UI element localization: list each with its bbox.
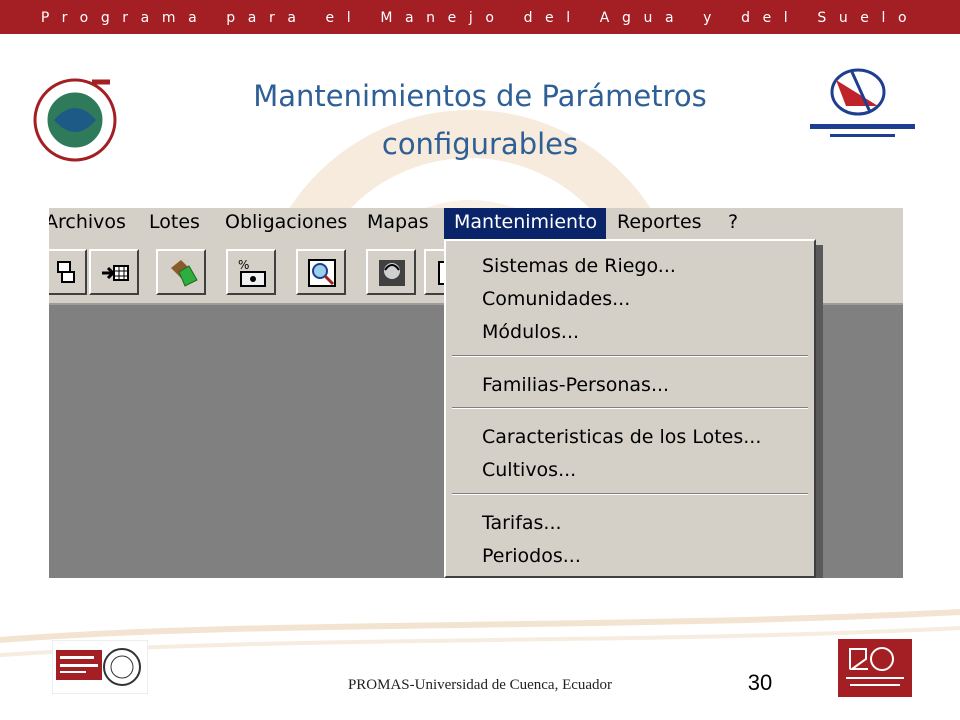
menu-mantenimiento[interactable]: Mantenimiento (444, 208, 606, 239)
money-percent-icon: % (238, 258, 266, 287)
parcel-icon (171, 260, 198, 287)
menu-obligaciones[interactable]: Obligaciones (225, 208, 347, 239)
dropdown-shadow (816, 245, 823, 578)
footer-text: PROMAS-Universidad de Cuenca, Ecuador (347, 677, 613, 693)
person-icon (379, 260, 405, 286)
title-line-2: configurables (381, 127, 579, 161)
menu-separator (452, 407, 808, 409)
mantenimiento-dropdown-menu: Sistemas de Riego... Comunidades... Módu… (444, 239, 816, 578)
toolbar-button-copy[interactable] (49, 249, 87, 295)
copy-icon (57, 261, 75, 283)
menu-item-tarifas[interactable]: Tarifas... (482, 508, 562, 538)
toolbar-button-mapas[interactable] (296, 249, 346, 295)
menu-reportes[interactable]: Reportes (617, 208, 702, 239)
menu-item-cultivos[interactable]: Cultivos... (482, 455, 576, 485)
menu-archivos[interactable]: Archivos (49, 208, 126, 239)
menu-item-comunidades[interactable]: Comunidades... (482, 284, 630, 314)
universidad-de-cuenca-logo (800, 62, 925, 152)
menu-item-modulos[interactable]: Módulos... (482, 317, 579, 347)
application-window: Archivos Lotes Obligaciones Mapas Manten… (49, 208, 903, 578)
menu-separator (452, 355, 808, 357)
arrow-table-icon (102, 265, 129, 281)
menu-mapas[interactable]: Mapas (367, 208, 429, 239)
menu-separator (452, 493, 808, 495)
svg-text:%: % (238, 258, 249, 272)
toolbar-button-lotes[interactable] (156, 249, 206, 295)
title-line-1: Mantenimientos de Parámetros (253, 79, 707, 113)
map-search-icon (308, 259, 336, 287)
menu-item-sistemas-de-riego[interactable]: Sistemas de Riego... (482, 251, 676, 281)
menu-item-familias-personas[interactable]: Familias-Personas... (482, 370, 669, 400)
toolbar-button-import[interactable] (89, 249, 139, 295)
toolbar-button-obligaciones[interactable]: % (226, 249, 276, 295)
menu-item-periodos[interactable]: Periodos... (482, 541, 581, 571)
menu-lotes[interactable]: Lotes (149, 208, 200, 239)
page-title: Mantenimientos de Parámetros configurabl… (180, 72, 780, 168)
toolbar-button-personas[interactable] (366, 249, 416, 295)
promas-logo (30, 68, 130, 168)
banner: Programa para el Manejo del Agua y del S… (0, 0, 960, 34)
menu-bar: Archivos Lotes Obligaciones Mapas Manten… (49, 208, 903, 239)
bureau-veritas-logo (51, 639, 149, 695)
menu-help[interactable]: ? (728, 208, 738, 239)
anniversary-stamp-logo (838, 639, 912, 697)
page-number: 30 (747, 670, 773, 695)
menu-item-caracteristicas-de-los-lotes[interactable]: Caracteristicas de los Lotes... (482, 422, 761, 452)
